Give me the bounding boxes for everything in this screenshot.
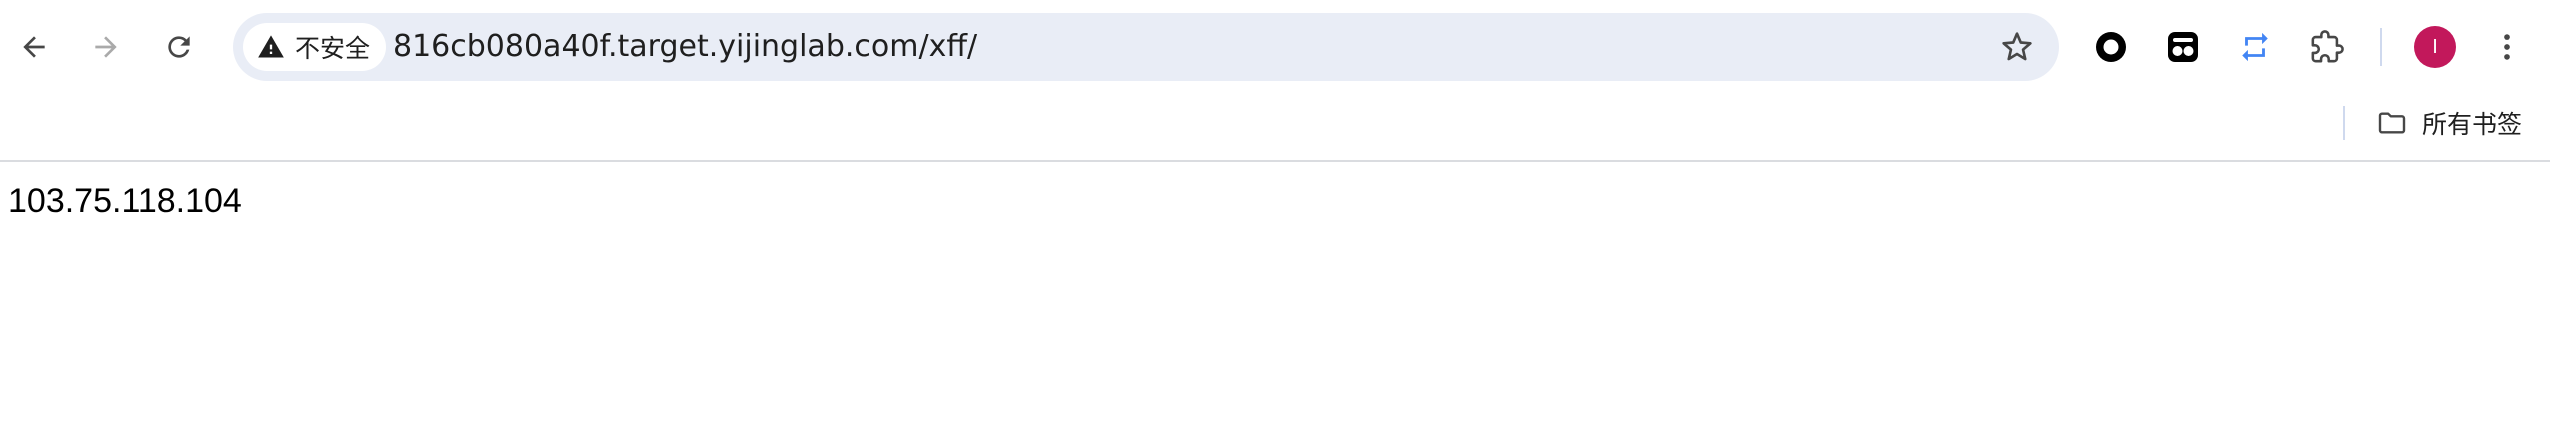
extensions-button[interactable] [2302,22,2352,72]
reload-icon [163,31,195,63]
extension-record-button[interactable] [2086,22,2136,72]
back-button[interactable] [9,22,59,72]
circle-record-icon [2094,30,2128,64]
forward-button[interactable] [81,22,131,72]
extension-sync-button[interactable] [2230,22,2280,72]
all-bookmarks-folder[interactable]: 所有书签 [2376,100,2522,146]
sync-arrows-icon [2238,30,2272,64]
extension-mask-button[interactable] [2158,22,2208,72]
arrow-right-icon [90,31,122,63]
arrow-left-icon [18,31,50,63]
url-text[interactable]: 816cb080a40f.target.yijinglab.com/xff/ [393,13,977,81]
security-label: 不安全 [295,34,371,63]
browser-toolbar: 不安全 816cb080a40f.target.yijinglab.com/xf… [0,0,2550,94]
puzzle-piece-icon [2310,30,2344,64]
profile-avatar-button[interactable]: I [2414,26,2456,68]
address-bar[interactable]: 不安全 816cb080a40f.target.yijinglab.com/xf… [233,13,2059,81]
theater-mask-icon [2166,30,2200,64]
folder-icon [2376,107,2408,139]
toolbar-divider [2380,28,2382,66]
kebab-menu-icon [2490,30,2524,64]
browser-menu-button[interactable] [2482,22,2532,72]
bookmarks-bar: 所有书签 [0,94,2550,162]
warning-triangle-icon [257,33,285,61]
bookmark-star-button[interactable] [1997,27,2037,67]
all-bookmarks-label: 所有书签 [2422,110,2523,139]
page-content: 103.75.118.104 [0,162,2550,435]
security-chip[interactable]: 不安全 [243,23,387,71]
ip-address-text: 103.75.118.104 [8,182,242,220]
star-icon [2001,31,2033,63]
reload-button[interactable] [154,22,204,72]
bookmarks-divider [2343,106,2345,140]
